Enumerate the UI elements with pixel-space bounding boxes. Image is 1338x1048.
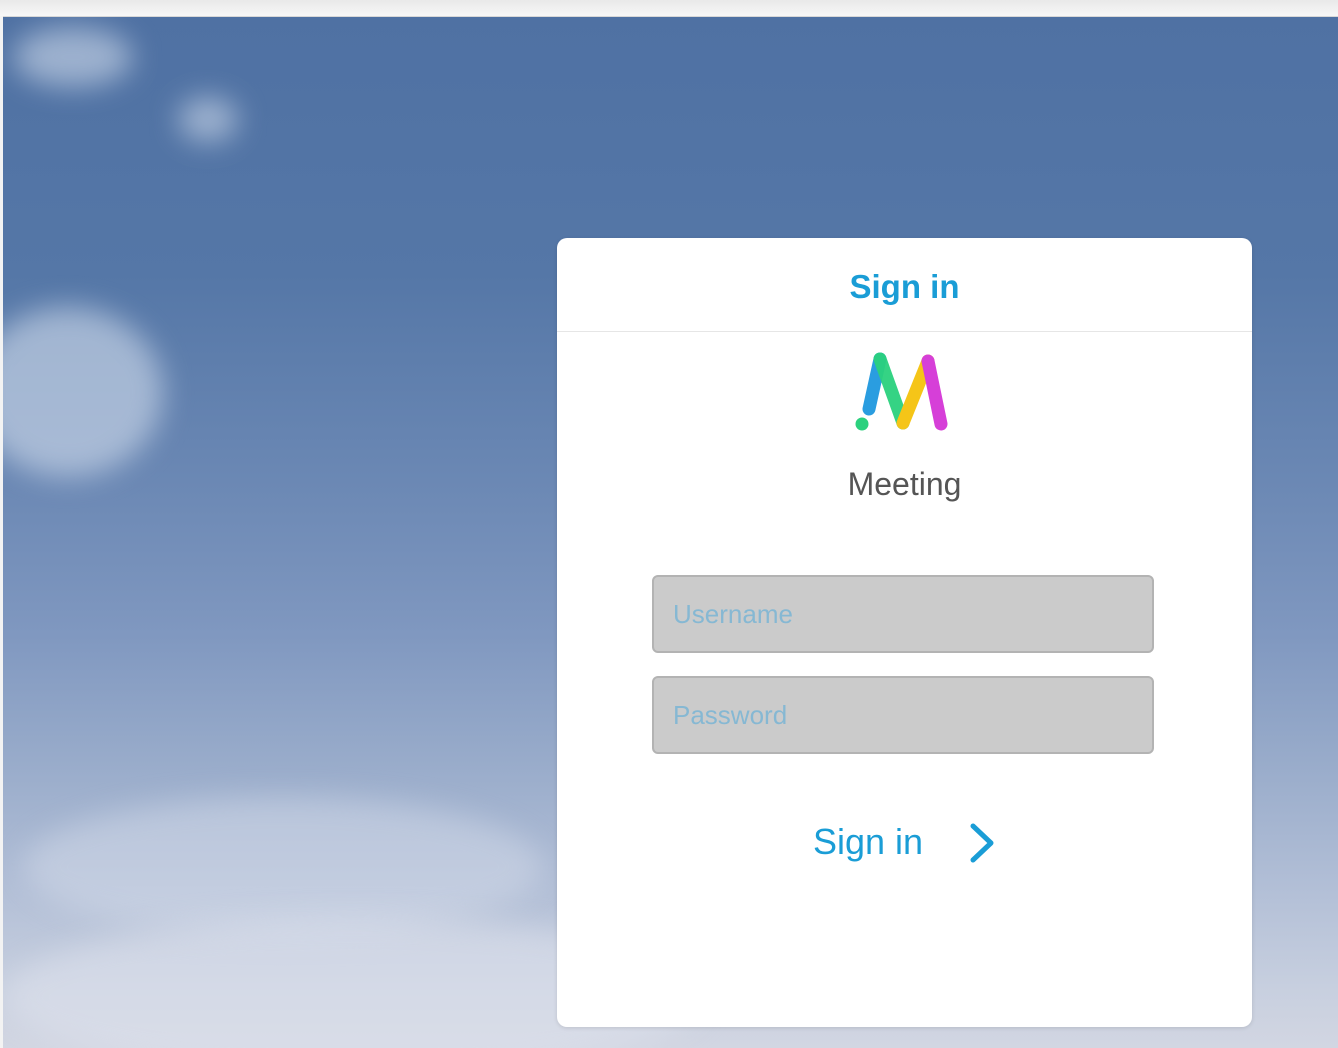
username-input[interactable] <box>652 575 1154 653</box>
cloud <box>13 27 133 87</box>
card-header: Sign in <box>557 238 1252 332</box>
cloud <box>23 797 543 937</box>
password-input[interactable] <box>652 676 1154 754</box>
cloud <box>3 307 163 477</box>
cloud <box>178 97 238 142</box>
browser-top-strip <box>0 0 1338 17</box>
card-title: Sign in <box>849 267 960 305</box>
chevron-right-icon <box>970 823 994 863</box>
sign-in-card: Sign in Meeting Sign in <box>557 238 1252 1027</box>
sign-in-button[interactable]: Sign in <box>807 812 1007 872</box>
meeting-logo-icon <box>855 352 948 431</box>
sign-in-button-label: Sign in <box>813 821 924 862</box>
app-name: Meeting <box>847 466 962 502</box>
